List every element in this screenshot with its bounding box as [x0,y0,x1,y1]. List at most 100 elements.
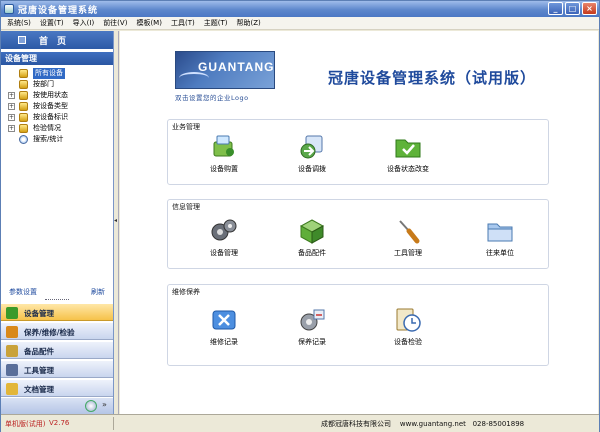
expand-icon[interactable]: + [8,125,15,132]
tree-item-label: 按使用状态 [33,91,68,99]
status-company-info: 成都冠唐科技有限公司 www.guantang.net 028-85001898 [321,419,524,429]
group-title: 维修保养 [172,288,200,296]
tile-repair-records[interactable]: 维修记录 [194,307,254,357]
tree-item-label: 检验情况 [33,124,61,132]
menu-settings[interactable]: 设置(T) [40,18,64,28]
folder-icon [19,69,28,78]
tree-item-label: 搜索/统计 [33,135,64,143]
nav-spare-parts[interactable]: 备品配件 [1,341,113,359]
tree-item-inspection[interactable]: + 检验情况 [5,123,111,134]
menu-theme[interactable]: 主题(T) [204,18,228,28]
company-logo[interactable]: GUANTANG 双击设置您的企业Logo [175,51,275,102]
menu-goto[interactable]: 前往(V) [103,18,127,28]
nav-maintenance[interactable]: 保养/维修/检验 [1,322,113,340]
tile-label: 工具管理 [394,249,422,257]
parts-box-icon [299,219,325,244]
nav-label: 工具管理 [24,366,54,375]
tree-item-by-status[interactable]: + 按使用状态 [5,90,111,101]
equipment-tree: 所有设备 按部门 + 按使用状态 + 按设备类型 + 按设备标识 + 检验情况 … [5,68,111,145]
tile-equipment-purchase[interactable]: 设备购置 [194,134,254,184]
tree-item-search-stats[interactable]: 搜索/统计 [5,134,111,145]
expand-icon[interactable]: + [8,92,15,99]
app-icon [4,4,14,14]
tree-item-label: 按设备类型 [33,102,68,110]
tile-equipment-management[interactable]: 设备管理 [194,218,254,268]
tree-item-all-equipment[interactable]: 所有设备 [5,68,111,79]
sidebar-links: 参数设置 刷新 [1,287,113,298]
tile-label: 设备状态改变 [387,165,429,173]
tile-maintenance-records[interactable]: 保养记录 [282,307,342,357]
folder-icon [487,223,513,242]
transfer-icon [300,135,323,159]
sidebar-splitter[interactable]: ◂ [114,31,119,414]
menu-import[interactable]: 导入(I) [73,18,95,28]
expand-icon[interactable]: + [8,103,15,110]
tree-item-by-type[interactable]: + 按设备类型 [5,101,111,112]
chevron-more-icon[interactable]: » [102,400,107,409]
folder-icon [19,91,28,100]
nav-label: 保养/维修/检验 [24,328,75,337]
nav-tool-management[interactable]: 工具管理 [1,360,113,378]
folder-icon [19,80,28,89]
nav-label: 文档管理 [24,385,54,394]
tile-label: 往来单位 [486,249,514,257]
inspection-clock-icon [396,308,421,332]
check-icon[interactable] [85,400,97,412]
group-information: 信息管理 设备管理 备品配件 工具管理 往来单位 [167,199,549,269]
title-bar[interactable]: 冠唐设备管理系统 _ □ × [1,1,599,17]
tile-label: 设备管理 [210,249,238,257]
nav-equipment-management[interactable]: 设备管理 [1,303,113,321]
folder-icon [19,102,28,111]
menu-help[interactable]: 帮助(Z) [236,18,260,28]
status-bar: 单机版(试用) V2.76 成都冠唐科技有限公司 www.guantang.ne… [1,414,599,432]
home-label: 首页 [39,37,76,47]
tile-label: 设备检验 [394,338,422,346]
tile-tool-management[interactable]: 工具管理 [378,218,438,268]
tile-spare-parts[interactable]: 备品配件 [282,218,342,268]
wrench-icon [6,326,18,338]
logo-text: GUANTANG [198,60,275,74]
equipment-icon [6,307,18,319]
purchase-icon [213,135,234,157]
menu-template[interactable]: 模板(M) [136,18,162,28]
parts-icon [6,345,18,357]
tree-item-label: 所有设备 [33,68,65,79]
gear-wrench-icon [300,309,325,331]
screwdriver-icon [399,220,420,244]
tile-label: 设备调拨 [298,165,326,173]
home-tab[interactable]: 首页 [1,31,113,49]
repair-tools-icon [212,310,236,330]
collapse-arrow-icon[interactable]: ◂ [114,217,117,224]
tile-equipment-transfer[interactable]: 设备调拨 [282,134,342,184]
maximize-button[interactable]: □ [565,2,580,15]
menu-tools[interactable]: 工具(T) [171,18,195,28]
tree-item-by-tag[interactable]: + 按设备标识 [5,112,111,123]
refresh-link[interactable]: 刷新 [91,287,105,297]
folder-icon [19,113,28,122]
resize-grip[interactable] [45,299,69,301]
tile-equipment-inspection[interactable]: 设备检验 [378,307,438,357]
close-button[interactable]: × [582,2,597,15]
tile-contacts[interactable]: 往来单位 [470,218,530,268]
tree-header: 设备管理 [1,52,113,65]
expand-icon[interactable]: + [8,114,15,121]
group-title: 信息管理 [172,203,200,211]
params-settings-link[interactable]: 参数设置 [9,287,37,297]
tools-icon [6,364,18,376]
tile-equipment-status-change[interactable]: 设备状态改变 [378,134,438,184]
nav-label: 设备管理 [24,309,54,318]
logo-image: GUANTANG [175,51,275,89]
nav-document-management[interactable]: 文档管理 [1,379,113,397]
home-icon [18,36,26,44]
tree-item-label: 按部门 [33,80,54,88]
status-mode: 单机版(试用) [5,420,46,428]
status-company: 成都冠唐科技有限公司 [321,420,391,428]
folder-check-icon [395,139,421,158]
minimize-button[interactable]: _ [548,2,563,15]
main-panel: GUANTANG 双击设置您的企业Logo 冠唐设备管理系统（试用版） 业务管理… [120,31,598,414]
tree-item-by-department[interactable]: 按部门 [5,79,111,90]
sidebar-footer: » [1,398,113,414]
tile-label: 保养记录 [298,338,326,346]
app-window: 冠唐设备管理系统 _ □ × 系统(S) 设置(T) 导入(I) 前往(V) 模… [0,0,600,432]
menu-system[interactable]: 系统(S) [7,18,31,28]
